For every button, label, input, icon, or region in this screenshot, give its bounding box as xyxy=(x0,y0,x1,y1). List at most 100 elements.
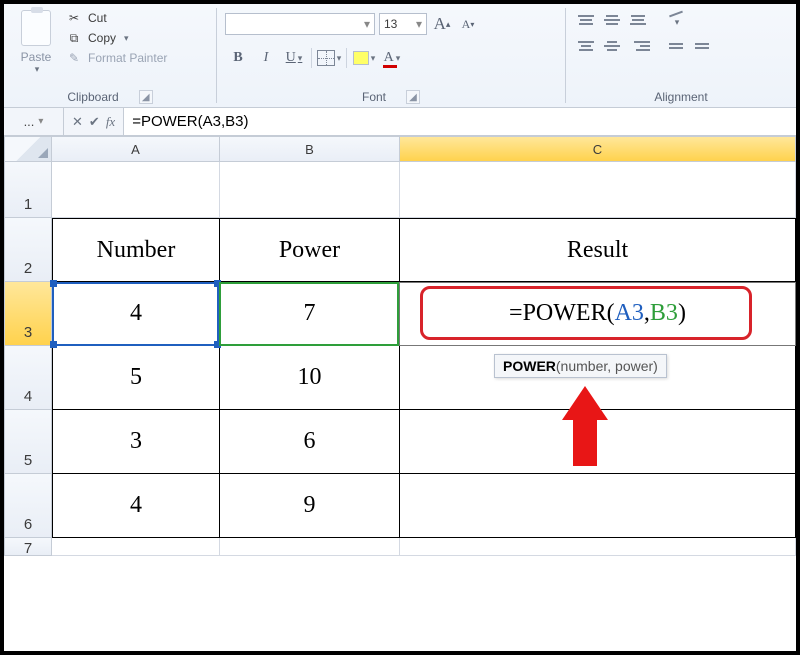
cell-A2[interactable]: Number xyxy=(52,218,220,282)
align-left-button[interactable] xyxy=(574,36,598,56)
cell-B3[interactable]: 7 xyxy=(220,282,400,346)
paintbrush-icon: ✎ xyxy=(66,50,82,66)
tooltip-fn-sig: (number, power) xyxy=(556,358,658,374)
separator xyxy=(346,48,347,68)
row-header-4[interactable]: 4 xyxy=(4,346,52,410)
group-font: ▾ 13▾ A▴ A▾ B I U▾ ▾ ▾ xyxy=(217,4,565,107)
grow-font-button[interactable]: A▴ xyxy=(431,13,453,35)
paste-button[interactable]: Paste ▾ xyxy=(12,6,60,75)
cut-label: Cut xyxy=(88,11,107,25)
row-header-5[interactable]: 5 xyxy=(4,410,52,474)
cell-B1[interactable] xyxy=(220,162,400,218)
align-middle-button[interactable] xyxy=(600,10,624,30)
formula-ref-a3: A3 xyxy=(615,300,644,326)
formula-input[interactable]: =POWER(A3,B3) xyxy=(124,108,796,135)
dialog-launcher-font[interactable]: ◢ xyxy=(406,90,420,104)
row-3: 3 4 7 =POWER(A3,B3) xyxy=(4,282,796,346)
borders-icon xyxy=(317,50,335,66)
font-color-button[interactable]: A▾ xyxy=(379,46,405,70)
cell-C2[interactable]: Result xyxy=(400,218,796,282)
cell-A6[interactable]: 4 xyxy=(52,474,220,538)
align-right-button[interactable] xyxy=(626,36,650,56)
shrink-font-button[interactable]: A▾ xyxy=(457,13,479,35)
formula-bar: ... ▾ ✕ ✔ fx =POWER(A3,B3) xyxy=(4,108,796,136)
cell-A5[interactable]: 3 xyxy=(52,410,220,474)
cell-B2[interactable]: Power xyxy=(220,218,400,282)
cell-A1[interactable] xyxy=(52,162,220,218)
formula-part: =POWER( xyxy=(509,300,615,326)
formula-ref-b3: B3 xyxy=(650,300,678,326)
cut-button[interactable]: ✂ Cut xyxy=(66,10,167,26)
fill-color-icon xyxy=(353,51,369,65)
row-4: 4 5 10 xyxy=(4,346,796,410)
align-center-button[interactable] xyxy=(600,36,624,56)
cell-B6[interactable]: 9 xyxy=(220,474,400,538)
row-7: 7 xyxy=(4,538,796,556)
tooltip-fn-name: POWER xyxy=(503,358,556,374)
column-header-C[interactable]: C xyxy=(400,136,796,162)
cancel-button[interactable]: ✕ xyxy=(72,114,83,130)
bold-button[interactable]: B xyxy=(225,46,251,70)
copy-icon: ⧉ xyxy=(66,30,82,46)
font-size-combo[interactable]: 13▾ xyxy=(379,13,427,35)
paste-icon xyxy=(21,10,51,46)
name-box[interactable]: ... ▾ xyxy=(4,108,64,135)
cell-A4[interactable]: 5 xyxy=(52,346,220,410)
cell-C1[interactable] xyxy=(400,162,796,218)
chevron-down-icon: ▾ xyxy=(124,33,129,44)
font-name-combo[interactable]: ▾ xyxy=(225,13,375,35)
fx-button[interactable]: fx xyxy=(106,114,115,130)
format-painter-button[interactable]: ✎ Format Painter xyxy=(66,50,167,66)
formula-input-value: =POWER(A3,B3) xyxy=(132,113,248,130)
fill-color-button[interactable]: ▾ xyxy=(351,46,377,70)
increase-indent-button[interactable] xyxy=(690,36,714,56)
orientation-button[interactable]: ▾ xyxy=(664,10,688,30)
cell-C5[interactable] xyxy=(400,410,796,474)
borders-button[interactable]: ▾ xyxy=(316,46,342,70)
font-color-icon: A xyxy=(384,50,394,66)
function-tooltip: POWER(number, power) xyxy=(494,354,667,378)
ribbon: Paste ▾ ✂ Cut ⧉ Copy ▾ ✎ Format Painter xyxy=(4,4,796,108)
grow-font-icon: A xyxy=(434,14,446,34)
decrease-indent-button[interactable] xyxy=(664,36,688,56)
cell-A7[interactable] xyxy=(52,538,220,556)
cell-C7[interactable] xyxy=(400,538,796,556)
row-header-2[interactable]: 2 xyxy=(4,218,52,282)
row-header-6[interactable]: 6 xyxy=(4,474,52,538)
align-top-button[interactable] xyxy=(574,10,598,30)
row-5: 5 3 6 xyxy=(4,410,796,474)
row-6: 6 4 9 xyxy=(4,474,796,538)
column-header-B[interactable]: B xyxy=(220,136,400,162)
align-bottom-button[interactable] xyxy=(626,10,650,30)
copy-button[interactable]: ⧉ Copy ▾ xyxy=(66,30,167,46)
chevron-down-icon: ▾ xyxy=(35,64,40,75)
shrink-font-icon: A xyxy=(462,17,471,32)
dialog-launcher-clipboard[interactable]: ◢ xyxy=(139,90,153,104)
row-header-3[interactable]: 3 xyxy=(4,282,52,346)
cell-B5[interactable]: 6 xyxy=(220,410,400,474)
underline-button[interactable]: U▾ xyxy=(281,46,307,70)
italic-button[interactable]: I xyxy=(253,46,279,70)
cell-A3[interactable]: 4 xyxy=(52,282,220,346)
cell-B4[interactable]: 10 xyxy=(220,346,400,410)
row-2: 2 Number Power Result xyxy=(4,218,796,282)
select-all-corner[interactable] xyxy=(4,136,52,162)
copy-label: Copy xyxy=(88,31,116,45)
cell-B7[interactable] xyxy=(220,538,400,556)
column-header-A[interactable]: A xyxy=(52,136,220,162)
enter-button[interactable]: ✔ xyxy=(89,114,100,130)
spreadsheet-grid: A B C 1 2 Number Power Result 3 4 7 =POW… xyxy=(4,136,796,556)
scissors-icon: ✂ xyxy=(66,10,82,26)
row-header-7[interactable]: 7 xyxy=(4,538,52,556)
group-clipboard: Paste ▾ ✂ Cut ⧉ Copy ▾ ✎ Format Painter xyxy=(4,4,216,107)
group-label-alignment: Alignment xyxy=(654,90,707,104)
chevron-down-icon: ▾ xyxy=(38,116,43,127)
group-label-font: Font xyxy=(362,90,386,104)
separator xyxy=(311,48,312,68)
row-header-1[interactable]: 1 xyxy=(4,162,52,218)
cell-C6[interactable] xyxy=(400,474,796,538)
underline-label: U xyxy=(286,50,296,66)
name-box-value: ... xyxy=(24,114,35,129)
cell-C3[interactable]: =POWER(A3,B3) xyxy=(400,282,796,346)
format-painter-label: Format Painter xyxy=(88,51,167,65)
